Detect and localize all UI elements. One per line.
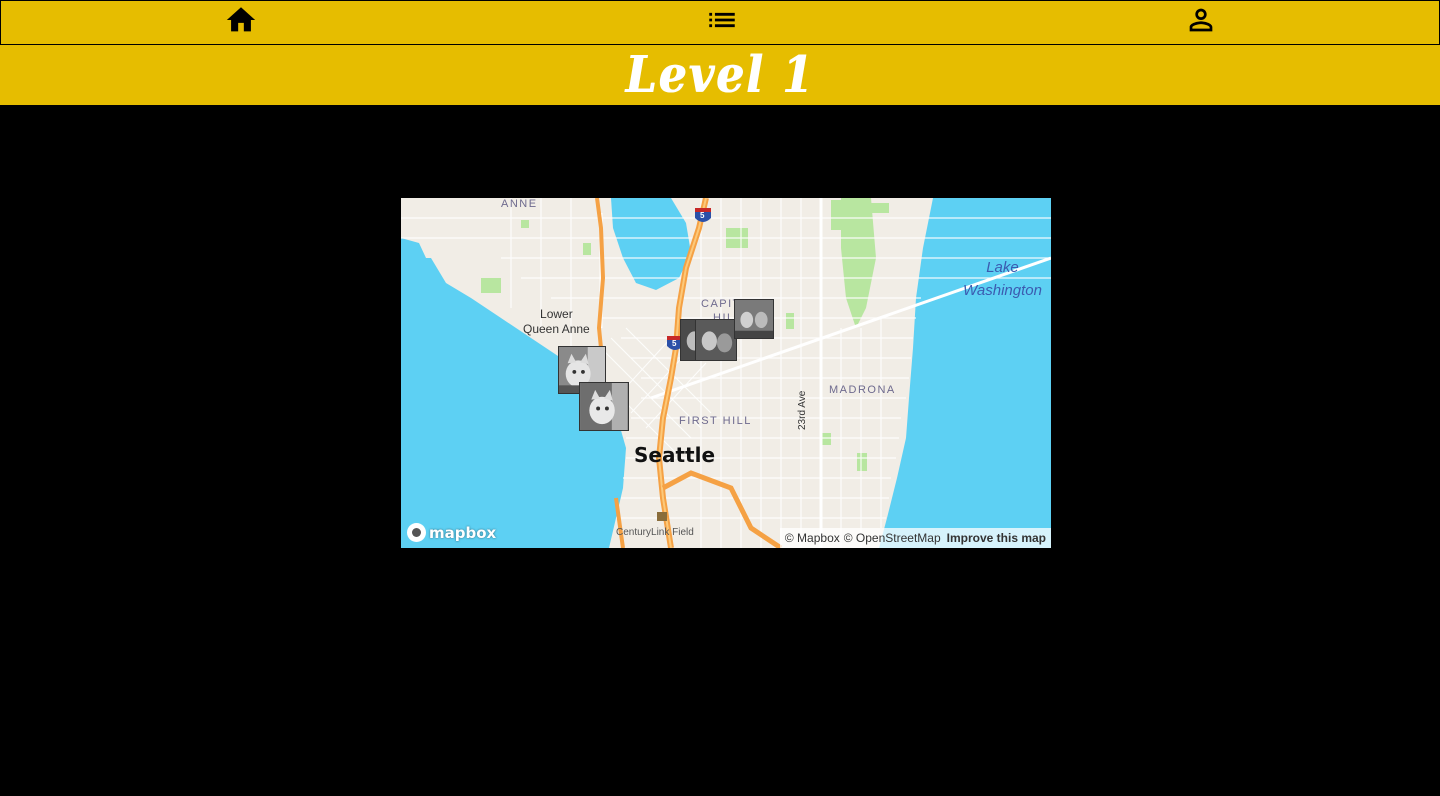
map-view[interactable]: ANNE Lower Queen Anne CAPIT HILL MADRONA… bbox=[401, 198, 1051, 548]
cat-photo-icon bbox=[735, 300, 773, 338]
improve-map-link[interactable]: Improve this map bbox=[947, 531, 1046, 545]
list-button[interactable] bbox=[704, 3, 740, 37]
top-navigation-bar bbox=[0, 0, 1440, 45]
person-icon bbox=[1189, 8, 1213, 32]
profile-button[interactable] bbox=[1183, 3, 1219, 37]
map-label-23rd-ave: 23rd Ave bbox=[797, 390, 808, 430]
cat-photo-icon bbox=[696, 320, 736, 360]
map-label-lake-washington: Lake Washington bbox=[963, 259, 1042, 299]
map-label-seattle: Seattle bbox=[634, 443, 716, 467]
photo-marker[interactable] bbox=[579, 382, 629, 431]
photo-marker[interactable] bbox=[695, 319, 737, 361]
map-label-anne: ANNE bbox=[501, 198, 538, 210]
osm-attribution-link[interactable]: © OpenStreetMap bbox=[844, 531, 941, 545]
mapbox-attribution-link[interactable]: © Mapbox bbox=[785, 531, 840, 545]
list-icon bbox=[709, 12, 735, 28]
i5-shield-label-top: 5 bbox=[700, 211, 705, 220]
map-attribution: © Mapbox © OpenStreetMap Improve this ma… bbox=[779, 528, 1051, 548]
cat-photo-icon bbox=[580, 383, 628, 430]
map-label-lower-queen-anne: Lower Queen Anne bbox=[523, 307, 590, 336]
level-header: Level 1 bbox=[0, 45, 1440, 105]
photo-marker[interactable] bbox=[734, 299, 774, 339]
map-basemap[interactable] bbox=[401, 198, 1051, 548]
level-title: Level 1 bbox=[625, 45, 815, 105]
map-label-centurylink-field: CenturyLink Field bbox=[616, 527, 694, 538]
mapbox-logo-icon bbox=[407, 523, 426, 542]
map-label-first-hill: FIRST HILL bbox=[679, 415, 752, 427]
i5-shield-label-mid: 5 bbox=[672, 339, 677, 348]
map-label-madrona: MADRONA bbox=[829, 384, 896, 396]
home-icon bbox=[226, 7, 256, 32]
mapbox-logo[interactable]: mapbox bbox=[407, 523, 496, 542]
home-button[interactable] bbox=[223, 3, 259, 37]
